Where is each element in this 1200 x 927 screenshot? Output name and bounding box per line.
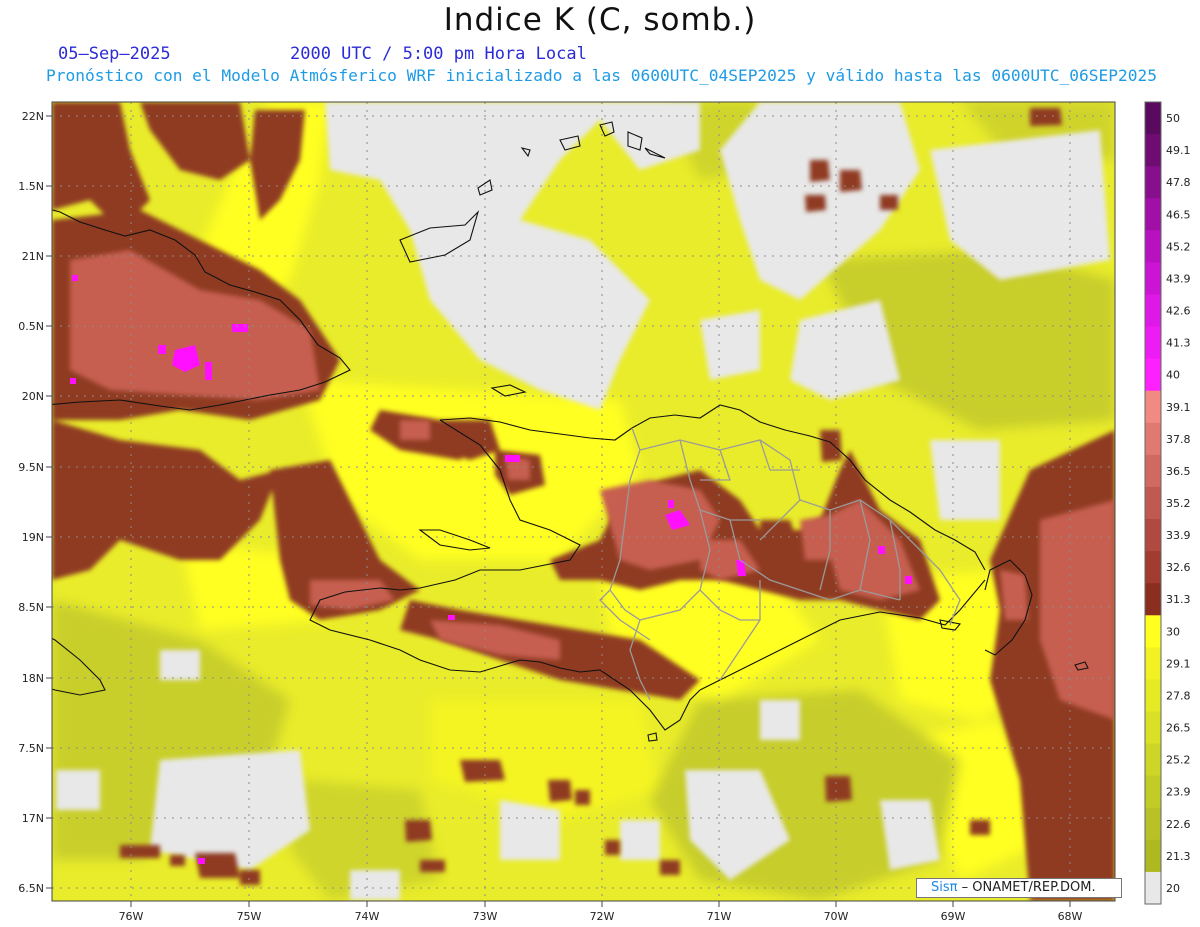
colorbar-swatch	[1145, 486, 1161, 520]
longitude-axis: 76W 75W 74W 73W 72W 71W 70W 69W 68W	[119, 901, 1083, 923]
colorbar-label: 32.6	[1166, 561, 1191, 574]
colorbar-label: 37.8	[1166, 433, 1191, 446]
lat-label: 8.5N	[18, 601, 44, 614]
colorbar-swatch	[1145, 711, 1161, 745]
lon-label: 75W	[237, 910, 262, 923]
lat-label: 6.5N	[18, 882, 44, 895]
colorbar-label: 30	[1166, 625, 1180, 638]
colorbar-swatch	[1145, 422, 1161, 456]
colorbar-label: 21.3	[1166, 850, 1191, 863]
colorbar-swatch	[1145, 294, 1161, 328]
lat-label: 17N	[22, 812, 44, 825]
lon-label: 71W	[707, 910, 732, 923]
colorbar-swatch	[1145, 743, 1161, 777]
colorbar-label: 41.3	[1166, 337, 1191, 350]
lon-label: 68W	[1058, 910, 1083, 923]
colorbar-label: 22.6	[1166, 818, 1191, 831]
colorbar-swatch	[1145, 807, 1161, 841]
colorbar-label: 26.5	[1166, 722, 1191, 735]
colorbar-label: 45.2	[1166, 240, 1191, 253]
colorbar-label: 36.5	[1166, 465, 1191, 478]
colorbar-label: 39.1	[1166, 401, 1191, 414]
lat-label: 0.5N	[18, 320, 44, 333]
colorbar-swatch	[1145, 326, 1161, 360]
lat-label: 18N	[22, 672, 44, 685]
colorbar-swatch	[1145, 102, 1161, 135]
colorbar-label: 23.9	[1166, 786, 1191, 799]
colorbar-label: 47.8	[1166, 176, 1191, 189]
lat-label: 21N	[22, 250, 44, 263]
colorbar-swatch	[1145, 519, 1161, 552]
credit-box: Sisπ – ONAMET/REP.DOM.	[916, 878, 1122, 898]
colorbar-label: 50	[1166, 112, 1180, 125]
colorbar-swatch	[1145, 615, 1161, 648]
colorbar-swatch	[1145, 775, 1161, 809]
lon-label: 76W	[119, 910, 144, 923]
colorbar-label: 31.3	[1166, 593, 1191, 606]
colorbar-label: 35.2	[1166, 497, 1191, 510]
colorbar-label: 40	[1166, 369, 1180, 382]
colorbar-label: 46.5	[1166, 208, 1191, 221]
lon-label: 70W	[824, 910, 849, 923]
colorbar-swatch	[1145, 390, 1161, 424]
colorbar-label: 42.6	[1166, 305, 1191, 318]
lat-label: 22N	[22, 110, 44, 123]
lon-label: 73W	[473, 910, 498, 923]
colorbar-swatch	[1145, 134, 1161, 167]
lat-label: 7.5N	[18, 742, 44, 755]
colorbar-swatch	[1145, 679, 1161, 713]
colorbar-swatch	[1145, 839, 1161, 873]
colorbar-swatch	[1145, 262, 1161, 295]
colorbar-label: 25.2	[1166, 754, 1191, 767]
map-field	[52, 102, 1115, 901]
lon-label: 74W	[355, 910, 380, 923]
colorbar: 50 49.1 47.8 46.5 45.2 43.9 42.6 41.3 40 39.1 37.8…	[1144, 101, 1191, 905]
lon-label: 72W	[590, 910, 615, 923]
lat-label: 19N	[22, 531, 44, 544]
colorbar-swatch	[1145, 198, 1161, 231]
colorbar-swatch	[1145, 551, 1161, 584]
colorbar-label: 29.1	[1166, 657, 1191, 670]
lat-label: 1.5N	[18, 180, 44, 193]
lat-label: 20N	[22, 390, 44, 403]
colorbar-label: 20	[1166, 882, 1180, 895]
colorbar-swatch	[1145, 647, 1161, 680]
lon-label: 69W	[941, 910, 966, 923]
colorbar-label: 33.9	[1166, 529, 1191, 542]
latitude-axis: 22N 1.5N 21N 0.5N 20N 9.5N 19N 8.5N 18N …	[18, 110, 52, 895]
colorbar-label: 43.9	[1166, 272, 1191, 285]
sispi-logo: Sisπ	[931, 880, 958, 895]
map-svg: 22N 1.5N 21N 0.5N 20N 9.5N 19N 8.5N 18N …	[18, 101, 1191, 923]
colorbar-label: 49.1	[1166, 144, 1191, 157]
colorbar-swatch	[1145, 583, 1161, 616]
colorbar-swatch	[1145, 454, 1161, 488]
colorbar-swatch	[1145, 871, 1161, 905]
credit-text: – ONAMET/REP.DOM.	[961, 880, 1096, 895]
lat-label: 9.5N	[18, 461, 44, 474]
colorbar-swatch	[1145, 166, 1161, 199]
colorbar-swatch	[1145, 230, 1161, 263]
colorbar-label: 27.8	[1166, 689, 1191, 702]
colorbar-swatch	[1145, 358, 1161, 392]
